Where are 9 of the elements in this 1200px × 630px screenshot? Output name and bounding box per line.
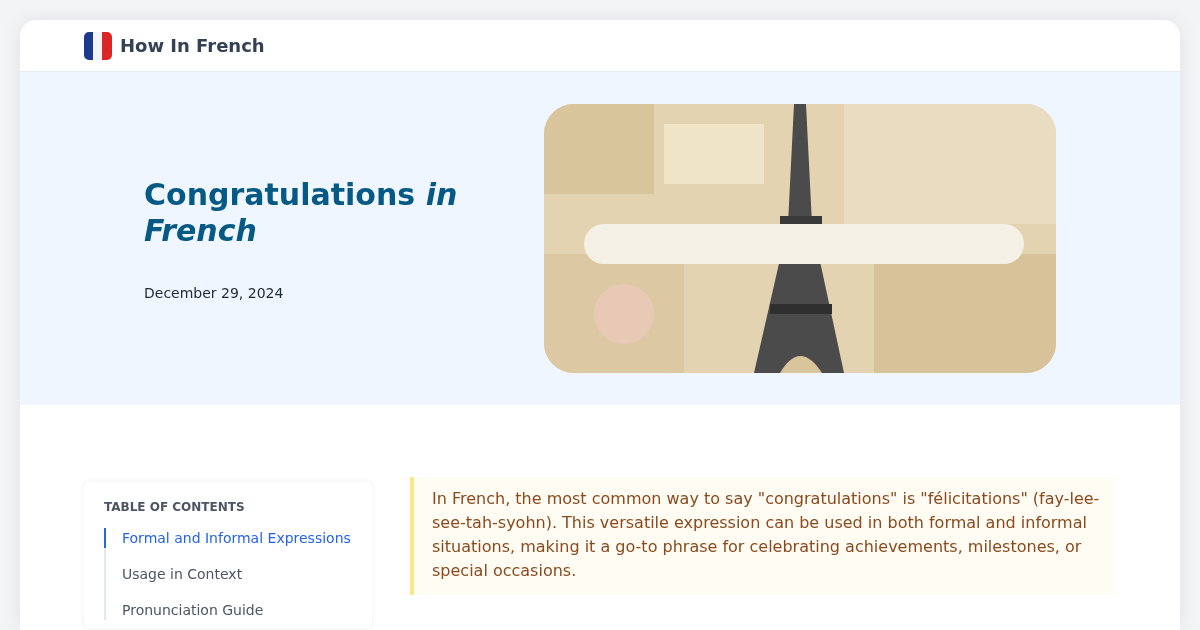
post-date: December 29, 2024	[144, 284, 285, 301]
page-title: Congratulations in French	[144, 176, 459, 249]
toc-link[interactable]: Usage in Context	[104, 564, 352, 584]
flag-icon	[84, 31, 112, 60]
toc-link[interactable]: Pronunciation Guide	[104, 600, 352, 620]
toc-link[interactable]: Formal and Informal Expressions	[104, 528, 352, 548]
toc-heading: TABLE OF CONTENTS	[104, 500, 246, 514]
intro-callout: In French, the most common way to say "congratulations" is "félicitations" (fay-lee-see-tah-syohn). This versatile expression can be used in both formal and informal situations, making it a go-to phrase for celebrating achievements, milestones, or special occasions.	[410, 477, 1115, 595]
site-name[interactable]: How In French	[120, 35, 265, 56]
